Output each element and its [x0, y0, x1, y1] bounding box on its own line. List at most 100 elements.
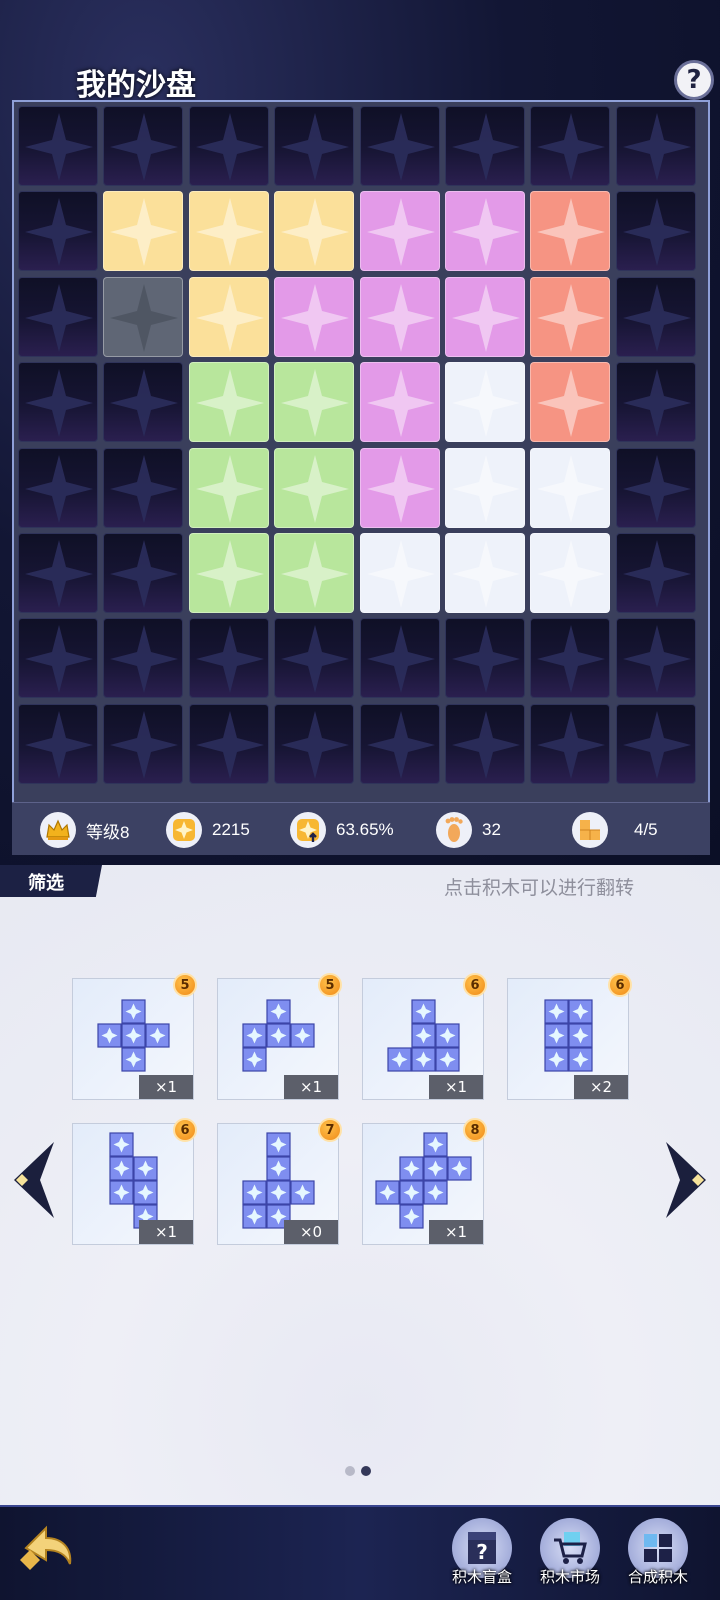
market-button[interactable]: 积木市场 [530, 1518, 610, 1600]
board-cell-empty[interactable] [359, 106, 440, 186]
board-cell-pink[interactable] [274, 276, 355, 357]
board-cell-empty[interactable] [103, 447, 184, 528]
board-cell-white[interactable] [530, 533, 611, 613]
board-cell-empty[interactable] [18, 106, 98, 186]
board-cell-salmon[interactable] [530, 191, 611, 272]
star-icon [195, 283, 264, 352]
page-indicator [345, 1466, 371, 1476]
piece-level-badge: 8 [463, 1118, 487, 1142]
help-button[interactable]: ? [674, 60, 714, 100]
board-cell-empty[interactable] [103, 533, 184, 613]
board-cell-empty[interactable] [615, 362, 696, 443]
board-cell-salmon[interactable] [530, 276, 611, 357]
piece-block [133, 1180, 158, 1205]
board-cell-empty[interactable] [530, 618, 611, 699]
page-dot[interactable] [345, 1466, 355, 1476]
piece-card[interactable]: 5 ×1 [72, 973, 197, 1100]
board-cell-empty[interactable] [530, 106, 611, 186]
star-icon [452, 369, 520, 438]
board-cell-green[interactable] [274, 447, 355, 528]
board-cell-yellow[interactable] [103, 191, 184, 272]
star-icon [452, 454, 520, 523]
star-icon [25, 113, 93, 181]
board-cell-pink[interactable] [359, 276, 440, 357]
board-cell-empty[interactable] [615, 447, 696, 528]
board-cell-green[interactable] [274, 533, 355, 613]
board-cell-pink[interactable] [359, 191, 440, 272]
board-cell-empty[interactable] [103, 106, 184, 186]
board-cell-empty[interactable] [18, 447, 98, 528]
board-cell-yellow[interactable] [188, 276, 269, 357]
board-cell-white[interactable] [359, 533, 440, 613]
board-cell-empty[interactable] [615, 191, 696, 272]
board-cell-green[interactable] [188, 362, 269, 443]
piece-card[interactable]: 8 ×1 [362, 1118, 487, 1245]
piece-card[interactable]: 7 ×0 [217, 1118, 342, 1245]
board-cell-empty[interactable] [18, 362, 98, 443]
steps-value: 32 [482, 820, 501, 839]
board-cell-yellow[interactable] [188, 191, 269, 272]
piece-level-badge: 5 [173, 973, 197, 997]
board-cell-gray[interactable] [103, 276, 184, 357]
piece-level-badge: 6 [463, 973, 487, 997]
board-cell-empty[interactable] [103, 618, 184, 699]
board-cell-green[interactable] [188, 447, 269, 528]
board-cell-empty[interactable] [188, 703, 269, 784]
board-cell-pink[interactable] [445, 191, 525, 272]
board-cell-empty[interactable] [615, 703, 696, 784]
board-cell-empty[interactable] [18, 276, 98, 357]
board-cell-empty[interactable] [103, 362, 184, 443]
board-cell-empty[interactable] [445, 618, 525, 699]
board-cell-empty[interactable] [274, 106, 355, 186]
board-cell-green[interactable] [188, 533, 269, 613]
filter-button[interactable]: 筛选 [0, 865, 102, 897]
board-cell-pink[interactable] [445, 276, 525, 357]
piece-block [399, 1204, 424, 1229]
board-cell-empty[interactable] [445, 703, 525, 784]
board-cell-white[interactable] [530, 447, 611, 528]
board-cell-empty[interactable] [615, 618, 696, 699]
board-cell-yellow[interactable] [274, 191, 355, 272]
piece-block [121, 1047, 146, 1072]
board-cell-white[interactable] [445, 362, 525, 443]
board-cell-empty[interactable] [445, 106, 525, 186]
board-cell-empty[interactable] [615, 533, 696, 613]
board-cell-empty[interactable] [359, 618, 440, 699]
board-cell-empty[interactable] [18, 618, 98, 699]
footprint-icon [436, 812, 472, 848]
piece-card[interactable]: 6 ×2 [507, 973, 632, 1100]
board-cell-empty[interactable] [18, 533, 98, 613]
pieces-value: 4/5 [634, 820, 658, 839]
board-cell-empty[interactable] [18, 703, 98, 784]
board-cell-white[interactable] [445, 533, 525, 613]
board-cell-empty[interactable] [615, 106, 696, 186]
star-icon [452, 283, 520, 352]
board-cell-empty[interactable] [18, 191, 98, 272]
board-cell-empty[interactable] [530, 703, 611, 784]
board-cell-empty[interactable] [103, 703, 184, 784]
blind-box-button[interactable]: ? 积木盲盒 [442, 1518, 522, 1600]
board-cell-white[interactable] [445, 447, 525, 528]
piece-card[interactable]: 5 ×1 [217, 973, 342, 1100]
page-dot[interactable] [361, 1466, 371, 1476]
board-cell-empty[interactable] [188, 106, 269, 186]
board-cell-empty[interactable] [359, 703, 440, 784]
level-value: 等级8 [86, 822, 130, 842]
stat-level: 等级8 [40, 811, 129, 849]
board-cell-salmon[interactable] [530, 362, 611, 443]
board-cell-empty[interactable] [615, 276, 696, 357]
board-cell-empty[interactable] [188, 618, 269, 699]
arrow-left-icon[interactable] [10, 1140, 58, 1220]
back-icon[interactable] [16, 1520, 80, 1584]
combine-button[interactable]: 合成积木 [618, 1518, 698, 1600]
board-cell-empty[interactable] [274, 703, 355, 784]
board-cell-pink[interactable] [359, 362, 440, 443]
board-cell-pink[interactable] [359, 447, 440, 528]
board-cell-green[interactable] [274, 362, 355, 443]
star-icon [281, 283, 350, 352]
piece-card[interactable]: 6 ×1 [362, 973, 487, 1100]
star-icon [25, 540, 93, 608]
piece-card[interactable]: 6 ×1 [72, 1118, 197, 1245]
arrow-right-icon[interactable] [662, 1140, 710, 1220]
board-cell-empty[interactable] [274, 618, 355, 699]
